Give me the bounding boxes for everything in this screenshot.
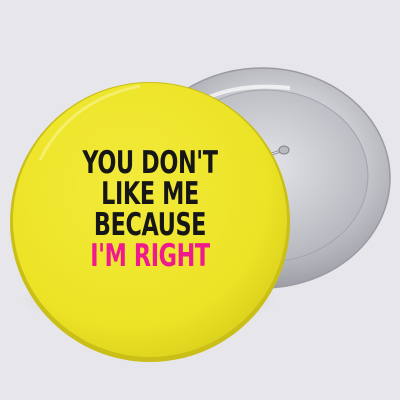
slogan-line-2: LIKE ME bbox=[101, 176, 199, 212]
product-image: YOU DON'T LIKE ME BECAUSE I'M RIGHT bbox=[0, 0, 400, 400]
slogan-line-1: YOU DON'T bbox=[82, 145, 218, 181]
slogan-line-3: BECAUSE bbox=[93, 207, 207, 243]
slogan-line-4: I'M RIGHT bbox=[90, 238, 210, 274]
slogan-text: YOU DON'T LIKE ME BECAUSE I'M RIGHT bbox=[71, 148, 229, 272]
